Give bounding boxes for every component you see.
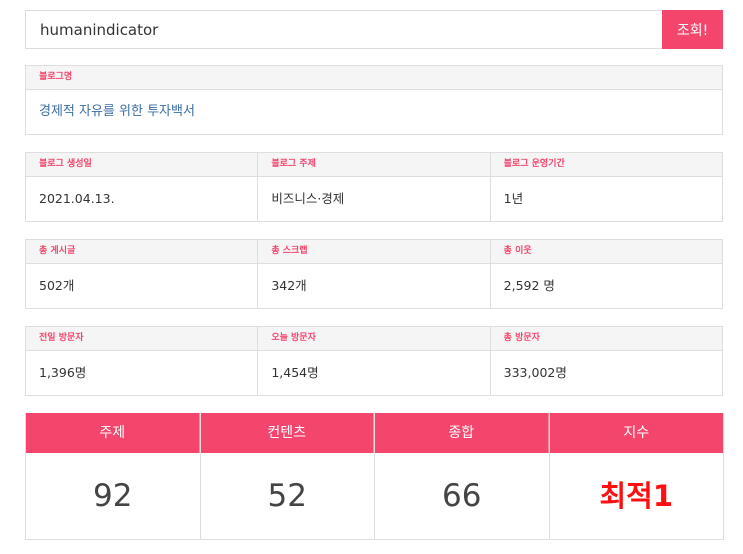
topic-score-col: 주제 92	[26, 413, 201, 539]
topic-cell: 블로그 주제 비즈니스·경제	[258, 153, 491, 221]
period-cell: 블로그 운영기간 1년	[490, 153, 722, 221]
topic-label: 블로그 주제	[258, 153, 490, 177]
neighbors-label: 총 이웃	[490, 240, 722, 264]
index-score-label: 지수	[549, 413, 723, 453]
scraps-cell: 총 스크랩 342개	[258, 240, 491, 308]
posts-label: 총 게시글	[26, 240, 258, 264]
score-table: 주제 92 컨텐츠 52 종합 66 지수 최적1	[25, 413, 724, 540]
blog-name-value[interactable]: 경제적 자유를 위한 투자백서	[26, 90, 722, 134]
total-visitors-value: 333,002명	[503, 365, 567, 380]
period-label: 블로그 운영기간	[490, 153, 722, 177]
overall-score-col: 종합 66	[375, 413, 550, 539]
overall-score-label: 종합	[375, 413, 549, 453]
index-score-col: 지수 최적1	[549, 413, 723, 539]
today-visitors-label: 오늘 방문자	[258, 327, 490, 351]
topic-score-value: 92	[93, 478, 133, 514]
created-value: 2021.04.13.	[39, 191, 115, 206]
topic-score-label: 주제	[26, 413, 200, 453]
topic-value: 비즈니스·경제	[271, 191, 345, 206]
scraps-label: 총 스크랩	[258, 240, 490, 264]
search-button[interactable]: 조회!	[662, 10, 723, 49]
blog-info-card: 블로그 생성일 2021.04.13. 블로그 주제 비즈니스·경제 블로그 운…	[25, 152, 723, 222]
blog-stats-card: 총 게시글 502개 총 스크랩 342개 총 이웃 2,592 명	[25, 239, 723, 309]
today-visitors-value: 1,454명	[271, 365, 319, 380]
scraps-value: 342개	[271, 278, 307, 293]
content-score-label: 컨텐츠	[200, 413, 374, 453]
today-cell: 오늘 방문자 1,454명	[258, 327, 491, 395]
created-cell: 블로그 생성일 2021.04.13.	[26, 153, 259, 221]
blog-name-card: 블로그명 경제적 자유를 위한 투자백서	[25, 65, 723, 135]
search-input[interactable]	[25, 10, 662, 49]
created-label: 블로그 생성일	[26, 153, 258, 177]
content-score-col: 컨텐츠 52	[200, 413, 375, 539]
visitors-card: 전일 방문자 1,396명 오늘 방문자 1,454명 총 방문자 333,00…	[25, 326, 723, 396]
content-score-value: 52	[267, 478, 307, 514]
posts-cell: 총 게시글 502개	[26, 240, 259, 308]
yesterday-visitors-value: 1,396명	[39, 365, 87, 380]
period-value: 1년	[503, 191, 524, 206]
posts-value: 502개	[39, 278, 75, 293]
search-bar: 조회!	[25, 10, 723, 49]
blog-name-label: 블로그명	[26, 66, 722, 90]
yesterday-visitors-label: 전일 방문자	[26, 327, 258, 351]
overall-score-value: 66	[442, 478, 482, 514]
total-visitors-label: 총 방문자	[490, 327, 722, 351]
neighbors-cell: 총 이웃 2,592 명	[490, 240, 722, 308]
total-visitors-cell: 총 방문자 333,002명	[490, 327, 722, 395]
index-score-value: 최적1	[599, 479, 674, 513]
yesterday-cell: 전일 방문자 1,396명	[26, 327, 259, 395]
neighbors-value: 2,592 명	[503, 278, 555, 293]
blog-name-cell: 블로그명 경제적 자유를 위한 투자백서	[26, 66, 722, 134]
